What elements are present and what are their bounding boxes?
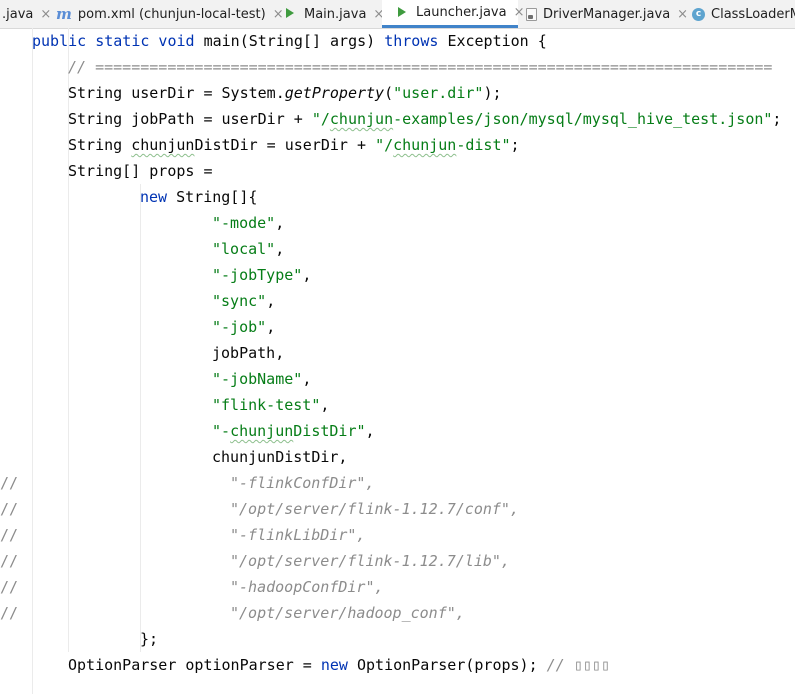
code-line-commented-text: "/opt/server/hadoop_conf", <box>230 604 465 622</box>
code-line-arg: "-jobName", <box>212 370 312 388</box>
code-line-distdir: String chunjunDistDir = userDir + "/chun… <box>68 136 520 154</box>
code-line-arg: "-mode", <box>212 214 285 232</box>
code-line-props: String[] props = <box>68 162 213 180</box>
maven-icon: m <box>56 5 72 23</box>
close-icon[interactable]: × <box>273 8 284 21</box>
tab-java-partial[interactable]: .java × <box>0 0 51 28</box>
code-line-arg: "local", <box>212 240 285 258</box>
code-line-commented: // <box>0 474 19 492</box>
close-icon[interactable]: × <box>40 8 51 21</box>
tab-launcher-java[interactable]: Launcher.java × <box>382 0 525 28</box>
tab-main-java[interactable]: Main.java × <box>284 0 384 28</box>
tab-label: .java <box>2 6 34 22</box>
code-line-commented-text: "-flinkConfDir", <box>230 474 375 492</box>
close-icon[interactable]: × <box>514 6 525 19</box>
run-class-icon <box>396 6 410 20</box>
code-line-optionparser: OptionParser optionParser = new OptionPa… <box>68 656 610 674</box>
code-line-commented: // <box>0 552 19 570</box>
indent-guide <box>140 184 141 652</box>
code-line-commented-text: "/opt/server/flink-1.12.7/conf", <box>230 500 519 518</box>
editor-tab-bar: .java × m pom.xml (chunjun-local-test) ×… <box>0 0 795 29</box>
code-line-close-array: }; <box>140 630 159 648</box>
run-class-icon <box>284 7 298 21</box>
code-line-arg: "-jobType", <box>212 266 312 284</box>
code-line-arg: "flink-test", <box>212 396 330 414</box>
close-icon[interactable]: × <box>677 8 688 21</box>
code-line-commented-text: "/opt/server/flink-1.12.7/lib", <box>230 552 510 570</box>
code-line-commented: // <box>0 578 19 596</box>
tab-label: Launcher.java <box>416 5 507 20</box>
class-icon: c <box>692 7 705 21</box>
code-line-new-array: new String[]{ <box>140 188 258 206</box>
code-line-arg: jobPath, <box>212 344 285 362</box>
indent-guide <box>32 28 33 694</box>
tab-label: ClassLoaderMa <box>711 6 795 22</box>
tab-drivermanager-java[interactable]: DriverManager.java × <box>526 0 688 28</box>
code-line-arg: "-job", <box>212 318 276 336</box>
code-line-userdir: String userDir = System.getProperty("use… <box>68 84 502 102</box>
code-line-main: public static void main(String[] args) t… <box>32 32 547 50</box>
code-line-arg: chunjunDistDir, <box>212 448 348 466</box>
code-line-commented-text: "-hadoopConfDir", <box>230 578 384 596</box>
tab-label: DriverManager.java <box>543 6 671 22</box>
tab-label: pom.xml (chunjun-local-test) <box>77 6 266 22</box>
tab-pom-xml[interactable]: m pom.xml (chunjun-local-test) × <box>56 0 284 28</box>
code-line-commented: // <box>0 500 19 518</box>
code-line-jobpath: String jobPath = userDir + "/chunjun-exa… <box>68 110 782 128</box>
code-line-commented-text: "-flinkLibDir", <box>230 526 366 544</box>
code-line-comment: // =====================================… <box>68 58 773 76</box>
code-line-commented: // <box>0 604 19 622</box>
code-editor[interactable]: public static void main(String[] args) t… <box>0 28 795 694</box>
tab-classloader-partial[interactable]: c ClassLoaderMa <box>692 0 795 28</box>
code-line-arg: "sync", <box>212 292 276 310</box>
code-line-arg: "-chunjunDistDir", <box>212 422 375 440</box>
code-line-commented: // <box>0 526 19 544</box>
java-file-icon <box>526 7 537 21</box>
tab-label: Main.java <box>304 6 367 22</box>
